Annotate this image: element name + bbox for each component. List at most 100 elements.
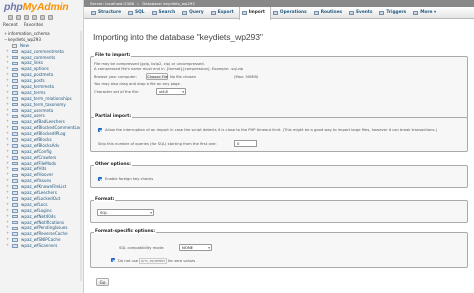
table-icon[interactable]	[12, 238, 18, 242]
table-icon[interactable]	[12, 120, 18, 125]
table-icon[interactable]	[12, 191, 18, 195]
go-button[interactable]: Go	[96, 278, 109, 286]
table-icon[interactable]	[12, 108, 18, 113]
events-tab-icon	[349, 11, 355, 15]
no-auto-value-checkbox[interactable]	[111, 258, 116, 263]
expand-plus-icon[interactable]: +	[6, 243, 9, 249]
table-icon[interactable]	[12, 150, 18, 154]
table-icon[interactable]	[12, 102, 18, 107]
search-tab-icon	[151, 11, 157, 15]
table-icon[interactable]	[12, 232, 18, 237]
chevron-down-icon: ▾	[182, 90, 184, 94]
table-icon[interactable]	[12, 79, 18, 83]
sidebar-table-label: wpaz_term_taxonomy	[21, 101, 66, 107]
tab-routines[interactable]: Routines	[312, 7, 347, 19]
table-icon[interactable]	[12, 91, 18, 95]
tab-label: Query	[189, 10, 204, 15]
tab-search[interactable]: Search	[150, 7, 181, 19]
choose-file-button[interactable]: Choose File	[146, 73, 168, 80]
partial-import-section: Partial import: Allow the interruption o…	[90, 114, 468, 152]
new-table-icon	[12, 43, 17, 48]
table-icon[interactable]	[12, 55, 18, 60]
table-icon[interactable]	[12, 214, 18, 219]
tab-export[interactable]: Export	[209, 7, 239, 19]
sql-compat-select[interactable]: NONE ▾	[179, 244, 212, 251]
chevron-down-icon: ▾	[150, 211, 152, 215]
table-icon[interactable]	[12, 73, 18, 78]
settings-icon[interactable]	[40, 15, 45, 20]
table-icon[interactable]	[12, 226, 18, 231]
charset-select[interactable]: utf-8 ▾	[156, 88, 186, 95]
format-section: Format: SQL ▾	[90, 197, 468, 223]
sidebar-table-label: wpaz_wfLocs	[21, 201, 48, 207]
foreign-key-checkbox[interactable]	[98, 177, 103, 182]
table-icon[interactable]	[12, 132, 18, 136]
sidebar-quick-icons	[8, 15, 53, 21]
skip-queries-input[interactable]: 0	[234, 140, 257, 147]
chevron-down-icon: ▾	[208, 246, 210, 250]
breadcrumb-separator: »	[136, 1, 140, 6]
home-icon[interactable]	[8, 15, 13, 20]
navigation-sidebar: phpMyAdmin Recent Favorites + information…	[0, 0, 84, 293]
logout-icon[interactable]	[16, 15, 21, 20]
charset-select-value: utf-8	[159, 89, 168, 94]
sidebar-table-label: wpaz_wfBlockedIPLog	[21, 131, 66, 137]
table-icon[interactable]	[12, 85, 18, 89]
sidebar-table-label: wpaz_wfFileMods	[21, 160, 57, 166]
table-icon[interactable]	[12, 114, 18, 119]
sidebar-table-label: wpaz_wfHoover	[21, 172, 54, 178]
table-icon[interactable]	[12, 197, 18, 201]
table-icon[interactable]	[12, 167, 18, 172]
recent-tab[interactable]: Recent	[3, 23, 18, 28]
favorites-tab[interactable]: Favorites	[24, 23, 43, 28]
tab-triggers[interactable]: Triggers	[377, 7, 411, 19]
sidebar-table-item[interactable]: + wpaz_wfScanners	[0, 243, 83, 249]
tab-sql[interactable]: SQL	[126, 7, 150, 19]
sidebar-new-label: New	[20, 42, 29, 48]
format-specific-section: Format-specific options: SQL compatibili…	[90, 229, 468, 268]
allow-interrupt-checkbox[interactable]	[98, 128, 103, 133]
recent-favorites-row: Recent Favorites	[3, 23, 43, 28]
tab-structure[interactable]: Structure	[89, 7, 126, 19]
table-icon[interactable]	[12, 49, 18, 54]
logo-php-text: php	[4, 1, 23, 13]
docs-icon[interactable]	[24, 15, 29, 20]
tab-operations[interactable]: Operations	[271, 7, 312, 19]
table-icon[interactable]	[12, 155, 18, 160]
sidebar-table-label: wpaz_wfBlocks	[21, 137, 52, 143]
auto-increment-code: AUTO_INCREMENT	[139, 258, 167, 264]
table-icon[interactable]	[12, 61, 18, 66]
tab-events[interactable]: Events	[347, 7, 377, 19]
table-icon[interactable]	[12, 161, 18, 166]
table-icon[interactable]	[12, 208, 18, 213]
file-to-import-section: File to import: File may be compressed (…	[90, 53, 468, 125]
table-icon[interactable]	[12, 97, 18, 101]
no-auto-value-pre: Do not use	[118, 259, 139, 263]
table-icon[interactable]	[12, 144, 18, 148]
sql-docs-icon[interactable]	[32, 15, 37, 20]
foreign-key-label: Enable foreign key checks	[105, 177, 154, 181]
charset-label: Character set of the file:	[94, 90, 139, 94]
tab-query[interactable]: Query	[180, 7, 209, 19]
sidebar-scrollbar[interactable]	[80, 31, 82, 281]
breadcrumb-database[interactable]: Database: keydiets_wp293	[142, 0, 194, 7]
sidebar-table-label: wpaz_posts	[21, 78, 45, 84]
reload-icon[interactable]	[48, 15, 53, 20]
table-icon[interactable]	[12, 244, 18, 248]
tab-import[interactable]: Import	[238, 7, 271, 20]
breadcrumb-server[interactable]: Server: localhost:3306	[90, 0, 134, 7]
table-icon[interactable]	[12, 138, 18, 142]
sidebar-table-label: wpaz_wfNotifications	[21, 219, 65, 225]
table-icon[interactable]	[12, 185, 18, 189]
table-icon[interactable]	[12, 126, 18, 131]
no-auto-value-label: Do not use AUTO_INCREMENT for zero value…	[118, 258, 195, 264]
no-auto-value-post: for zero values	[167, 259, 196, 263]
tab-more[interactable]: More ▾	[411, 7, 441, 19]
format-select[interactable]: SQL ▾	[97, 209, 154, 216]
table-icon[interactable]	[12, 173, 18, 178]
drag-drop-hint: You may also drag and drop a file on any…	[94, 82, 181, 86]
table-icon[interactable]	[12, 220, 18, 225]
table-icon[interactable]	[12, 179, 18, 184]
table-icon[interactable]	[12, 67, 18, 72]
table-icon[interactable]	[12, 203, 18, 207]
